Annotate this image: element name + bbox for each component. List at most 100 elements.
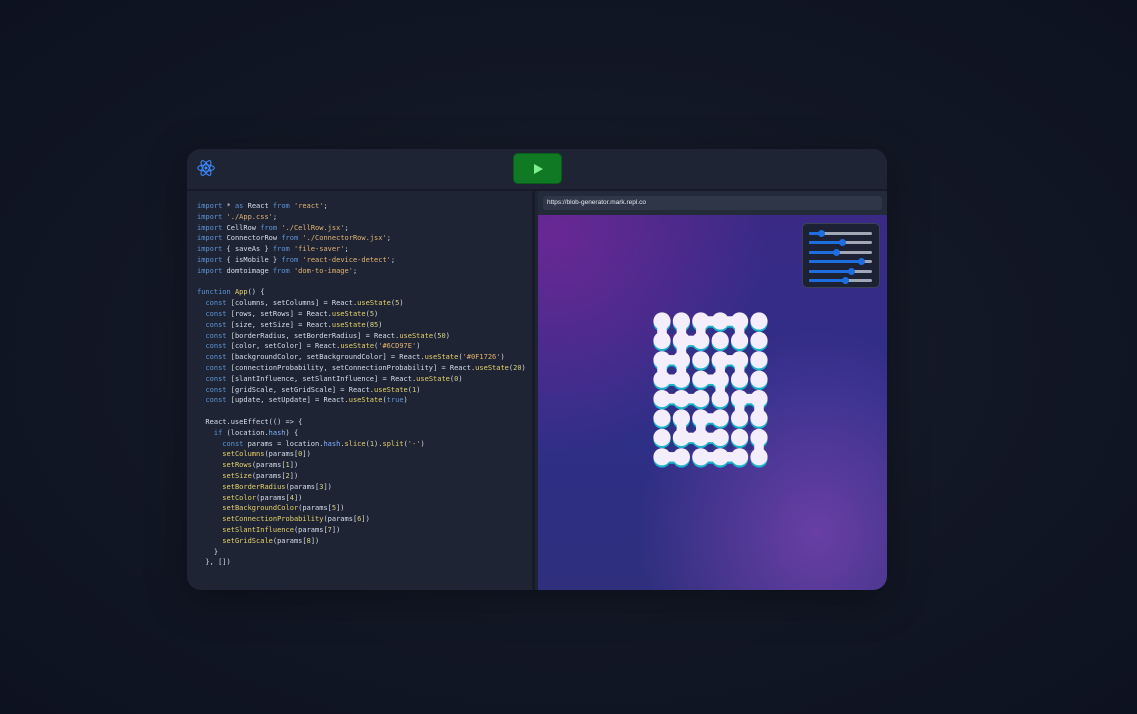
url-bar[interactable]: https://blob-generator.mark.repl.co (543, 196, 882, 210)
control-slider[interactable] (809, 248, 872, 256)
blob-cell (653, 428, 671, 446)
code-token: [update, setUpdate] = React. (226, 396, 349, 405)
code-line: const [update, setUpdate] = React.useSta… (197, 395, 532, 406)
code-token: const (205, 374, 227, 383)
slider-thumb[interactable] (818, 230, 826, 237)
blob-gap (668, 424, 675, 431)
code-token: from (272, 266, 290, 275)
blob-gap (687, 424, 695, 431)
blob-gap (707, 366, 714, 373)
code-token: ]) (293, 493, 303, 502)
code-token: (params[ (251, 471, 286, 480)
code-token: ) (420, 439, 425, 448)
blob-gap (746, 346, 753, 354)
code-content[interactable]: import * as React from 'react'; import '.… (197, 201, 532, 568)
blob-cell (711, 331, 729, 349)
code-token: const (205, 363, 227, 372)
slider-thumb[interactable] (832, 248, 840, 256)
code-token: setBackgroundColor (222, 504, 299, 513)
control-slider[interactable] (809, 230, 872, 237)
blob-gap (726, 443, 734, 451)
blob-cell (692, 409, 710, 427)
blob-cell (653, 448, 671, 466)
control-slider[interactable] (809, 267, 872, 275)
code-editor[interactable]: import * as React from 'react'; import '.… (187, 191, 535, 590)
code-token: ) (378, 320, 383, 329)
blob-cell (692, 351, 710, 369)
code-token: useState (348, 396, 383, 405)
code-line: React.useEffect(() => { (197, 417, 532, 428)
blob-cell (750, 370, 768, 388)
blob-gap (726, 327, 734, 334)
blob-cell (731, 390, 749, 408)
blob-gap (746, 366, 753, 373)
blob-cell (653, 390, 671, 408)
run-button[interactable] (513, 153, 562, 184)
blob-cell (653, 370, 671, 388)
code-line: } (197, 547, 532, 558)
code-token: [columns, setColumns] = React. (226, 299, 358, 308)
code-token: ; (344, 245, 349, 254)
control-slider[interactable] (809, 239, 872, 247)
code-token: hash (323, 439, 341, 448)
code-token: import (197, 255, 223, 264)
code-line: const [columns, setColumns] = React.useS… (197, 298, 532, 309)
code-token: 'react' (293, 202, 324, 210)
code-token: [connectionProbability, setConnectionPro… (226, 363, 476, 372)
code-token: slice (344, 439, 366, 448)
code-token: from (272, 245, 290, 254)
blob-pattern (653, 312, 768, 468)
code-token: '#0F1726' (462, 353, 501, 362)
blob-gap (746, 327, 753, 334)
slider-thumb[interactable] (838, 239, 846, 247)
code-line: const [size, setSize] = React.useState(8… (197, 320, 532, 331)
code-token: domtoimage (222, 266, 273, 275)
code-token: [gridScale, setGridScale] = React. (226, 385, 375, 394)
blob-cell (731, 428, 749, 446)
code-token: (params[ (323, 515, 358, 524)
code-line: setColor(params[4]) (197, 493, 532, 504)
slider-thumb[interactable] (857, 258, 865, 266)
slider-thumb[interactable] (848, 267, 856, 275)
code-token: useState (399, 331, 434, 340)
control-slider[interactable] (809, 277, 872, 284)
code-line: setSize(params[2]) (197, 471, 532, 482)
blob-gap (726, 385, 734, 393)
code-line: setColumns(params[0]) (197, 449, 532, 460)
code-token: () { (247, 288, 265, 297)
slider-fill (809, 260, 862, 264)
blob-gap (707, 327, 714, 334)
blob-canvas (538, 215, 887, 590)
code-token: CellRow (222, 223, 261, 232)
code-token: [size, setSize] = React. (226, 320, 332, 329)
code-token: { saveAs } (222, 245, 273, 254)
code-token: ) (458, 374, 463, 383)
blob-cell (653, 351, 671, 369)
control-slider[interactable] (809, 258, 872, 266)
blob-gap (707, 385, 714, 393)
code-line: const [borderRadius, setBorderRadius] = … (197, 331, 532, 342)
code-token: useState (331, 309, 366, 318)
code-token: (params[ (298, 504, 332, 513)
blob-gap (687, 346, 695, 354)
code-token: { isMobile } (222, 255, 282, 264)
code-token: import (197, 223, 223, 232)
blob-gap (707, 346, 714, 354)
blob-gap (687, 443, 695, 451)
code-token: import (197, 212, 223, 221)
blob-cell (711, 428, 729, 446)
code-token: ]) (336, 504, 345, 513)
react-logo-icon[interactable] (197, 159, 215, 177)
blob-gap (746, 385, 753, 393)
slider-thumb[interactable] (842, 277, 850, 284)
code-token: [backgroundColor, setBackgroundColor] = … (226, 353, 425, 362)
code-token: setSlantInfluence (222, 525, 294, 534)
blob-gap (668, 327, 675, 334)
code-token: ) (399, 299, 404, 308)
code-token: import (197, 234, 223, 243)
blob-cell (672, 370, 690, 388)
blob-gap (726, 424, 734, 431)
